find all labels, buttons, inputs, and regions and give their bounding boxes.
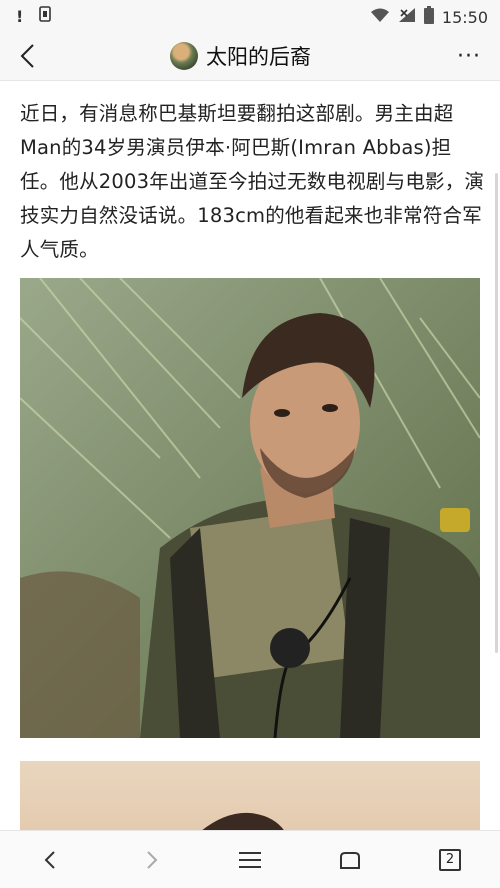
- nav-menu-button[interactable]: [234, 845, 266, 875]
- photo-illustration-2: [201, 812, 285, 831]
- article-paragraph: 近日，有消息称巴基斯坦要翻拍这部剧。男主由超Man的34岁男演员伊本·阿巴斯(I…: [20, 102, 485, 261]
- article-photo[interactable]: [20, 278, 480, 738]
- more-icon: ···: [457, 43, 481, 69]
- nav-forward-button[interactable]: [136, 845, 168, 875]
- menu-icon: [239, 852, 261, 868]
- bottom-nav: 2: [0, 830, 500, 888]
- nav-home-button[interactable]: [334, 845, 366, 875]
- wifi-icon: [370, 7, 390, 27]
- nav-tabs-button[interactable]: 2: [434, 845, 466, 875]
- page-title-wrap: 太阳的后裔: [170, 40, 311, 72]
- status-left: !: [16, 6, 52, 26]
- tabs-count-badge: 2: [439, 849, 461, 871]
- avatar[interactable]: [170, 42, 198, 70]
- page-title: 太阳的后裔: [206, 45, 311, 69]
- chevron-left-icon: [44, 851, 55, 869]
- title-bar: 太阳的后裔 ···: [0, 32, 500, 81]
- alert-icon: !: [16, 6, 24, 26]
- chevron-left-icon: [20, 44, 34, 68]
- sim-icon: [39, 6, 52, 26]
- chevron-right-icon: [147, 851, 158, 869]
- battery-icon: [423, 6, 434, 28]
- signal-icon: [398, 7, 416, 27]
- photo-illustration: [20, 278, 480, 738]
- article-content[interactable]: 近日，有消息称巴基斯坦要翻拍这部剧。男主由超Man的34岁男演员伊本·阿巴斯(I…: [0, 81, 500, 831]
- back-button[interactable]: [12, 40, 44, 72]
- more-button[interactable]: ···: [454, 42, 484, 70]
- article-photo-2[interactable]: [20, 761, 480, 831]
- status-bar: ! 15:50: [0, 0, 500, 32]
- status-time: 15:50: [441, 7, 488, 27]
- status-right: 15:50: [370, 6, 488, 28]
- scrollbar[interactable]: [495, 173, 498, 653]
- home-icon: [340, 852, 360, 869]
- nav-back-button[interactable]: [34, 845, 66, 875]
